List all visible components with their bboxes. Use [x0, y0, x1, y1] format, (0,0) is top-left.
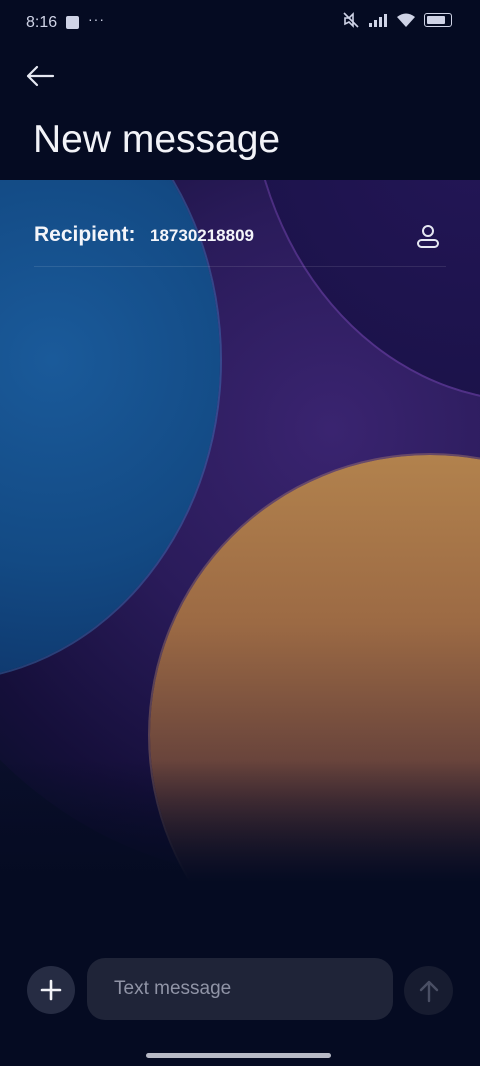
arrow-left-icon: [26, 65, 55, 87]
arrow-up-icon: [419, 980, 438, 1002]
recipient-row: Recipient: 18730218809: [34, 210, 446, 262]
plus-icon: [40, 979, 62, 1001]
recipient-divider: [34, 266, 446, 267]
add-attachment-button[interactable]: [27, 966, 75, 1014]
send-button[interactable]: [404, 966, 453, 1015]
message-input[interactable]: [87, 958, 393, 1020]
back-button[interactable]: [20, 56, 60, 96]
recipient-field[interactable]: 18730218809: [150, 226, 254, 246]
signal-icon: [369, 14, 387, 27]
wallpaper-fade: [0, 760, 480, 1066]
wifi-icon: [397, 13, 415, 27]
recipient-label: Recipient:: [34, 223, 136, 246]
mute-icon: [343, 12, 359, 28]
person-icon: [417, 225, 439, 248]
status-icons: [342, 12, 452, 28]
status-bar: 8:16 ···: [0, 0, 480, 46]
new-message-screen: 8:16 ··· New message Recipient: 18730218…: [0, 0, 480, 1066]
battery-icon: [424, 13, 452, 27]
page-title: New message: [33, 118, 281, 161]
more-notifications-indicator: ···: [88, 11, 105, 27]
pick-contact-button[interactable]: [410, 218, 446, 254]
notification-icon: [66, 16, 79, 29]
home-indicator[interactable]: [146, 1053, 331, 1058]
status-time: 8:16: [26, 14, 58, 31]
